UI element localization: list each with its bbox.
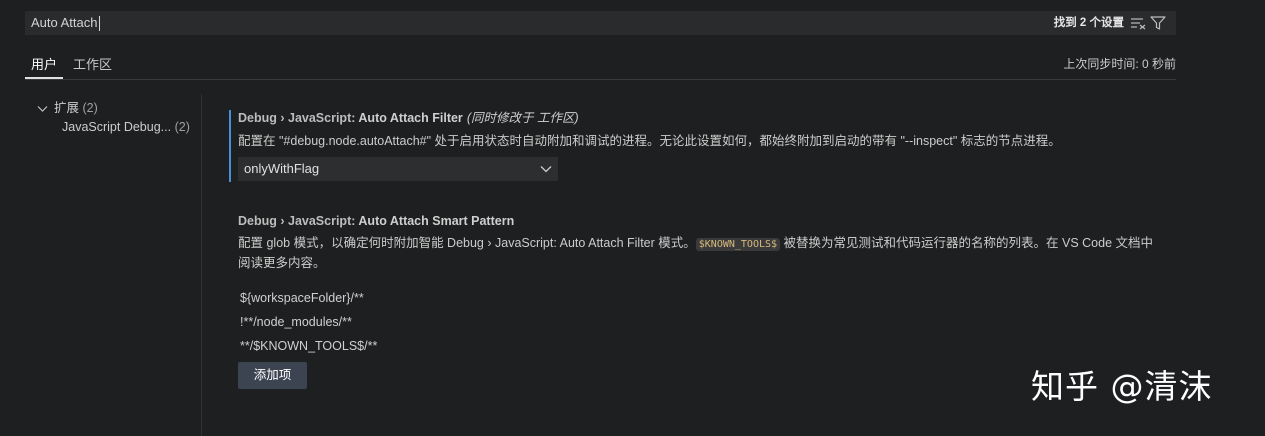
setting-auto-attach-smart-pattern: Debug › JavaScript: Auto Attach Smart Pa… <box>238 214 1158 389</box>
setting-title: Debug › JavaScript: Auto Attach Smart Pa… <box>238 214 1158 228</box>
filter-icon[interactable] <box>1150 16 1166 30</box>
toc-group-label: 扩展 <box>54 101 80 115</box>
auto-attach-filter-select[interactable]: onlyWithFlag <box>238 157 558 181</box>
toc-item-javascript-debugger[interactable]: JavaScript Debug... (2) <box>62 120 190 134</box>
setting-category: Debug › JavaScript: <box>238 214 359 228</box>
known-tools-code: $KNOWN_TOOLS$ <box>695 238 781 251</box>
search-result-count: 找到 2 个设置 <box>1053 17 1124 29</box>
setting-name: Auto Attach Smart Pattern <box>358 214 515 228</box>
setting-title: Debug › JavaScript: Auto Attach Filter (同… <box>238 107 1158 126</box>
sync-status: 上次同步时间: 0 秒前 <box>1063 57 1176 71</box>
tab-user[interactable]: 用户 <box>31 54 57 73</box>
text-caret <box>98 16 100 32</box>
settings-search-bar[interactable]: Auto Attach 找到 2 个设置 <box>25 11 1176 35</box>
toc-group-extensions[interactable]: 扩展 (2) <box>37 97 98 116</box>
chevron-down-icon <box>37 105 48 112</box>
clear-filter-icon[interactable] <box>1130 16 1146 30</box>
select-value: onlyWithFlag <box>244 161 320 176</box>
settings-search-input[interactable]: Auto Attach <box>31 11 100 35</box>
tab-workspace[interactable]: 工作区 <box>73 54 112 73</box>
toc-divider <box>201 94 202 436</box>
list-item[interactable]: !**/node_modules/** <box>240 310 377 334</box>
setting-modified-note: (同时修改于 工作区) <box>466 111 579 125</box>
list-item[interactable]: ${workspaceFolder}/** <box>240 286 377 310</box>
setting-focus-indicator <box>229 110 231 182</box>
setting-name: Auto Attach Filter <box>358 111 463 125</box>
watermark: 知乎 @清沫 <box>1031 367 1213 406</box>
active-tab-indicator <box>25 77 63 79</box>
setting-auto-attach-filter: Debug › JavaScript: Auto Attach Filter (同… <box>238 107 1158 181</box>
list-item[interactable]: **/$KNOWN_TOOLS$/** <box>240 334 377 358</box>
setting-description: 配置在 "#debug.node.autoAttach#" 处于启用状态时自动附… <box>238 134 1061 148</box>
pattern-list: ${workspaceFolder}/** !**/node_modules/*… <box>240 286 377 358</box>
add-item-button[interactable]: 添加项 <box>238 362 307 389</box>
toc-group-count: (2) <box>82 101 98 115</box>
settings-scope-tabs: 用户 工作区 上次同步时间: 0 秒前 <box>25 48 1176 80</box>
chevron-down-icon <box>540 166 552 173</box>
toc-item-label: JavaScript Debug... <box>62 120 172 134</box>
setting-description: 配置 glob 模式，以确定何时附加智能 Debug › JavaScript:… <box>238 236 1153 270</box>
toc-item-count: (2) <box>174 120 190 134</box>
setting-category: Debug › JavaScript: <box>238 111 359 125</box>
